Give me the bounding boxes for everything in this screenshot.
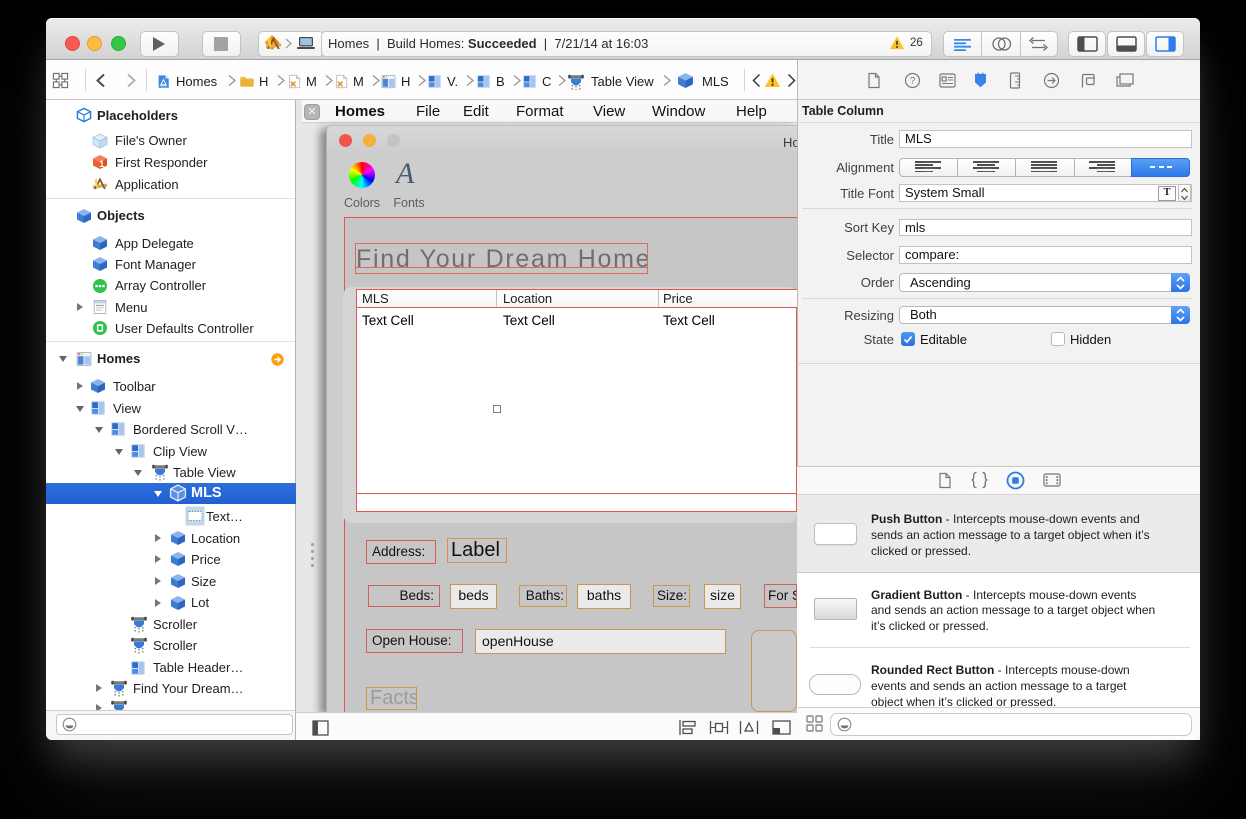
svg-text:?: ?: [910, 76, 916, 87]
